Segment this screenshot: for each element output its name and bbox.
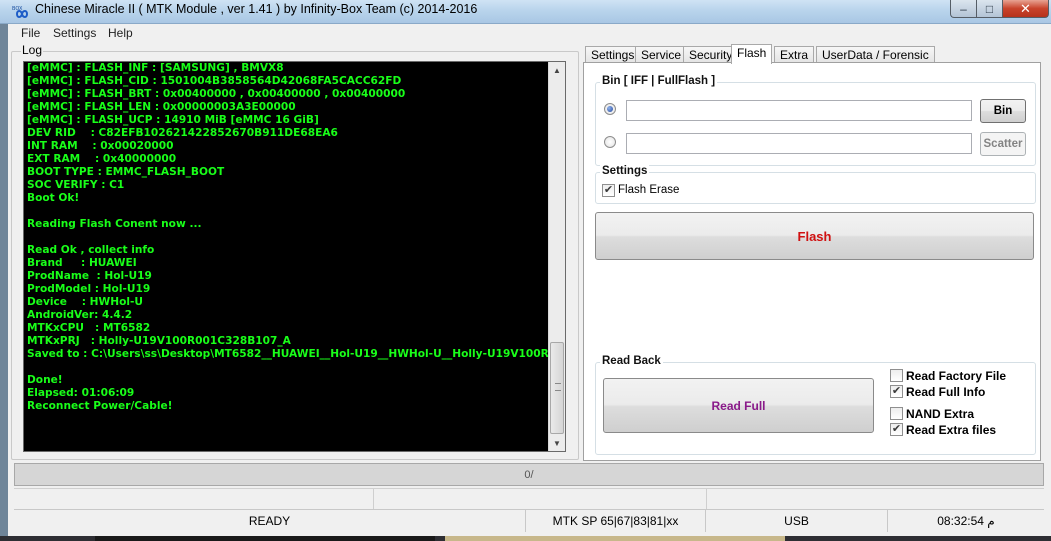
- flash-tab-panel: Bin [ IFF | FullFlash ] Bin Scatter Sett…: [583, 62, 1041, 461]
- status-version: MTK SP 65|67|83|81|xx: [526, 510, 706, 532]
- title-bar: BOX Chinese Miracle II ( MTK Module , ve…: [0, 0, 1051, 24]
- status-port: USB: [706, 510, 888, 532]
- log-line: BOOT TYPE : EMMC_FLASH_BOOT: [27, 166, 225, 178]
- status-state: READY: [14, 510, 526, 532]
- checkmark-icon: ✔: [891, 385, 902, 397]
- log-line: ProdModel : Hol-U19: [27, 283, 151, 295]
- status-bar: READY MTK SP 65|67|83|81|xx USB 08:32:54…: [14, 509, 1044, 532]
- flash-erase-label: Flash Erase: [618, 184, 680, 196]
- close-icon: ✕: [1020, 0, 1031, 16]
- progress-text: 0/: [524, 468, 534, 481]
- log-line: Reading Flash Conent now ...: [27, 218, 202, 230]
- log-line: ProdName : Hol-U19: [27, 270, 152, 282]
- flash-erase-checkbox[interactable]: ✔: [602, 184, 615, 197]
- menu-settings[interactable]: Settings: [53, 26, 96, 40]
- log-line: [eMMC] : FLASH_BRT : 0x00400000 , 0x0040…: [27, 88, 406, 100]
- log-line: [eMMC] : FLASH_UCP : 14910 MiB [eMMC 16 …: [27, 114, 319, 126]
- log-line: SOC VERIFY : C1: [27, 179, 125, 191]
- scroll-up-icon[interactable]: ▲: [549, 62, 565, 78]
- scatter-button[interactable]: Scatter: [980, 132, 1026, 156]
- scatter-path-field[interactable]: [626, 133, 972, 154]
- menu-help[interactable]: Help: [108, 26, 133, 40]
- log-line: INT RAM : 0x00020000: [27, 140, 174, 152]
- minimize-icon: –: [960, 1, 967, 16]
- log-scrollbar[interactable]: ▲ ▼: [548, 62, 565, 451]
- read-full-info-label: Read Full Info: [906, 385, 986, 399]
- log-label: Log: [21, 43, 44, 57]
- menu-bar: File Settings Help: [8, 24, 1051, 43]
- log-line: AndroidVer: 4.4.2: [27, 309, 133, 321]
- tab-flash[interactable]: Flash: [731, 44, 773, 64]
- log-line: Saved to : C:\Users\ss\Desktop\MT6582__H…: [27, 348, 549, 360]
- read-full-button[interactable]: Read Full: [603, 378, 874, 433]
- bin-radio[interactable]: [604, 103, 616, 115]
- read-factory-file-label: Read Factory File: [906, 369, 1007, 383]
- read-extra-files-label: Read Extra files: [906, 423, 997, 437]
- log-line: Done!: [27, 374, 63, 386]
- maximize-icon: □: [985, 1, 994, 16]
- read-full-info-checkbox[interactable]: ✔: [890, 385, 903, 398]
- readback-group-label: Read Back: [600, 355, 663, 367]
- nand-extra-label: NAND Extra: [906, 407, 975, 421]
- scroll-down-icon[interactable]: ▼: [549, 435, 565, 451]
- minimize-button[interactable]: –: [950, 0, 976, 18]
- log-line: [eMMC] : FLASH_CID : 1501004B3858564D420…: [27, 75, 402, 87]
- log-lines: [eMMC] : FLASH_INF : [SAMSUNG] , BMVX8 [e…: [27, 62, 549, 413]
- log-console[interactable]: [eMMC] : FLASH_INF : [SAMSUNG] , BMVX8 [e…: [23, 61, 566, 452]
- log-line: [eMMC] : FLASH_INF : [SAMSUNG] , BMVX8: [27, 62, 284, 74]
- log-line: Reconnect Power/Cable!: [27, 400, 173, 412]
- bin-path-field[interactable]: [626, 100, 972, 121]
- info-strip: [14, 488, 1044, 509]
- flash-button[interactable]: Flash: [595, 212, 1034, 260]
- nand-extra-checkbox[interactable]: [890, 407, 903, 420]
- main-window: File Settings Help Log [eMMC] : FLASH_IN…: [8, 24, 1051, 536]
- read-factory-file-checkbox[interactable]: [890, 369, 903, 382]
- log-line: Read Ok , collect info: [27, 244, 155, 256]
- maximize-button[interactable]: □: [976, 0, 1002, 18]
- read-extra-files-checkbox[interactable]: ✔: [890, 423, 903, 436]
- log-line: MTKxCPU : MT6582: [27, 322, 151, 334]
- infinity-logo-icon: BOX: [12, 6, 29, 18]
- log-line: Device : HWHol-U: [27, 296, 143, 308]
- log-line: [eMMC] : FLASH_LEN : 0x00000003A3E00000: [27, 101, 296, 113]
- close-button[interactable]: ✕: [1002, 0, 1049, 18]
- bin-button[interactable]: Bin: [980, 99, 1026, 123]
- progress-bar: 0/: [14, 463, 1044, 486]
- log-line: EXT RAM : 0x40000000: [27, 153, 177, 165]
- log-line: Boot Ok!: [27, 192, 80, 204]
- window-title: Chinese Miracle II ( MTK Module , ver 1.…: [35, 2, 478, 16]
- scatter-radio[interactable]: [604, 136, 616, 148]
- settings-group-label: Settings: [600, 165, 650, 177]
- menu-file[interactable]: File: [21, 26, 40, 40]
- log-line: DEV RID : C82EFB102621422852670B911DE68E…: [27, 127, 338, 139]
- scroll-thumb[interactable]: [550, 342, 564, 434]
- checkmark-icon: ✔: [603, 184, 614, 196]
- checkmark-icon: ✔: [891, 423, 902, 435]
- log-line: Brand : HUAWEI: [27, 257, 137, 269]
- window-controls: – □ ✕: [950, 0, 1049, 18]
- log-line: MTKxPRJ : Holly-U19V100R001C328B107_A: [27, 335, 291, 347]
- desktop-background: [0, 536, 1051, 541]
- status-time: 08:32:54 م: [937, 514, 995, 528]
- log-line: Elapsed: 01:06:09: [27, 387, 135, 399]
- bin-group-label: Bin [ IFF | FullFlash ]: [600, 75, 718, 87]
